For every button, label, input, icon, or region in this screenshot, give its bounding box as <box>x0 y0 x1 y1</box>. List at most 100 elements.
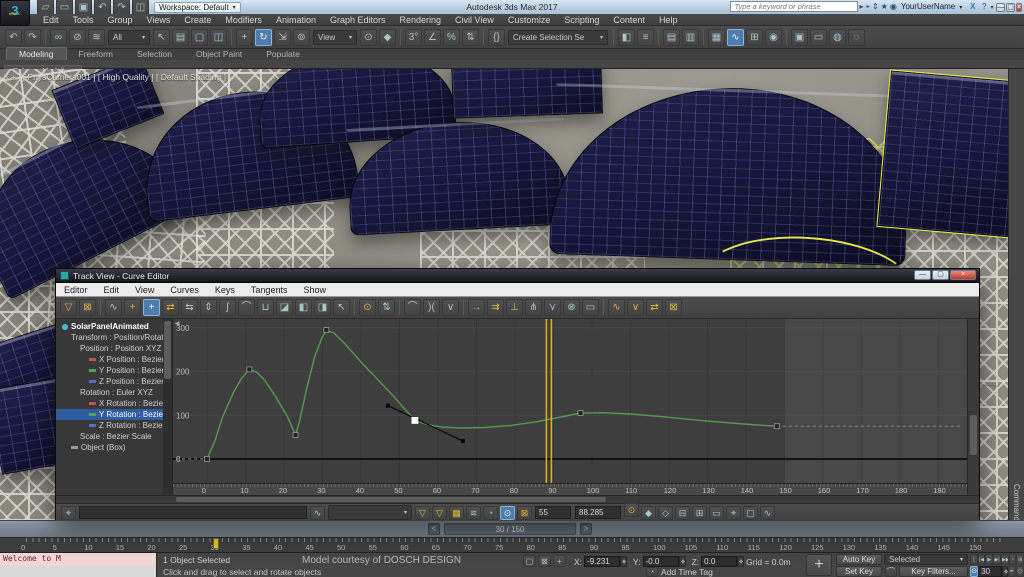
reference-coordinate-dropdown[interactable]: View <box>313 30 357 45</box>
select-and-place-icon[interactable]: ⊚ <box>293 29 310 46</box>
track-item-solarpanelanimated[interactable]: SolarPanelAnimated <box>56 321 172 332</box>
select-object-icon[interactable]: ↖ <box>153 29 170 46</box>
keyframe-point[interactable] <box>578 411 583 416</box>
frame-value-extents-icon[interactable]: ⊞ <box>692 506 707 520</box>
absolute-mode-transform-icon[interactable]: + <box>553 555 566 567</box>
zoom-viewport-icon[interactable]: ⌖ <box>1008 566 1016 577</box>
selection-lock-toggle-icon[interactable]: ⊠ <box>538 555 551 567</box>
x-coord-field[interactable] <box>584 556 620 567</box>
add-keys-icon[interactable]: + <box>124 299 141 316</box>
lock-keys-icon[interactable]: ⊠ <box>517 506 532 520</box>
show-out-of-range-icon[interactable]: ⌒ <box>238 299 255 316</box>
lock-selection-icon[interactable]: ⊠ <box>79 299 96 316</box>
close-button[interactable]: × <box>950 270 976 280</box>
command-panel-strip[interactable]: Command Panel <box>1008 69 1024 552</box>
paste-keys-icon[interactable]: ◨ <box>314 299 331 316</box>
menu-item-animation[interactable]: Animation <box>269 15 323 25</box>
minimize-button[interactable]: — <box>996 3 1005 12</box>
time-slider-track[interactable]: < 30 / 150 > <box>0 520 1024 537</box>
current-frame-marker[interactable] <box>213 538 219 549</box>
select-and-manipulate-icon[interactable]: ◆ <box>379 29 396 46</box>
track-item-object-box[interactable]: Object (Box) <box>56 442 172 453</box>
percent-snap-icon[interactable]: % <box>443 29 460 46</box>
search-go-icon[interactable]: ▸ <box>859 2 863 11</box>
rendered-frame-window-icon[interactable]: ▭ <box>810 29 827 46</box>
tab-modeling[interactable]: Modeling <box>6 47 67 60</box>
pan-viewport-icon[interactable]: ◇ <box>1016 566 1024 577</box>
keyframe-point[interactable] <box>774 424 779 429</box>
menu-item-graph-editors[interactable]: Graph Editors <box>323 15 393 25</box>
next-frame-icon[interactable]: ▶| <box>993 554 1001 565</box>
tab-populate[interactable]: Populate <box>254 48 312 60</box>
zoom-region-icon[interactable]: ▢ <box>743 506 758 520</box>
track-item-position-position-xyz[interactable]: Position : Position XYZ <box>56 343 172 354</box>
show-tangents-icon[interactable]: → <box>468 299 485 316</box>
window-crossing-icon[interactable]: ◫ <box>210 29 227 46</box>
render-setup-icon[interactable]: ▣ <box>791 29 808 46</box>
play-animation-icon[interactable]: ▶ <box>985 554 993 565</box>
unify-tangents-icon[interactable]: ⋎ <box>544 299 561 316</box>
toggle-scene-explorer-icon[interactable]: ▤ <box>663 29 680 46</box>
track-item-scale-bezier-scale[interactable]: Scale : Bezier Scale <box>56 431 172 442</box>
copy-keys-icon[interactable]: ◧ <box>295 299 312 316</box>
go-to-start-icon[interactable]: |◀◀ <box>970 554 978 565</box>
ce-menu-item-curves[interactable]: Curves <box>162 285 207 295</box>
lock-buffer-icon[interactable]: ⊠ <box>665 299 682 316</box>
select-and-move-icon[interactable]: + <box>236 29 253 46</box>
frame-horizontal-extents-icon[interactable]: ⊟ <box>675 506 690 520</box>
y-coord-field[interactable] <box>643 556 679 567</box>
search-icon[interactable]: ⌖ <box>865 2 870 11</box>
redo-icon[interactable]: ↷ <box>24 29 41 46</box>
align-icon[interactable]: ≡ <box>637 29 654 46</box>
isolate-region-icon[interactable]: ▭ <box>709 506 724 520</box>
retime-tool-icon[interactable]: ʃ <box>219 299 236 316</box>
ce-menu-item-keys[interactable]: Keys <box>207 285 243 295</box>
track-item-z-rotation-bezier-fl[interactable]: Z Rotation : Bezier Fl <box>56 420 172 431</box>
curve-horizontal-scrollbar[interactable] <box>56 495 979 503</box>
hide-curves-icon[interactable]: ⊗ <box>563 299 580 316</box>
selection-filter-dropdown[interactable]: All <box>108 30 150 45</box>
function-curve-plot[interactable]: 0100200300 <box>173 319 967 483</box>
download-apps-icon[interactable]: ⇕ <box>872 2 879 11</box>
filter-animated-tracks-icon[interactable]: ▽ <box>432 506 447 520</box>
track-set-dropdown[interactable] <box>328 505 412 520</box>
tab-selection[interactable]: Selection <box>125 48 184 60</box>
key-mode-toggle-icon[interactable]: ⊙ <box>970 566 978 577</box>
tangents-fast-icon[interactable]: ∨ <box>442 299 459 316</box>
schematic-view-icon[interactable]: ⊞ <box>746 29 763 46</box>
tangents-auto-icon[interactable]: ⌒ <box>404 299 421 316</box>
track-item-x-position-bezier-flo[interactable]: X Position : Bezier Flo <box>56 354 172 365</box>
lock-tangents-icon[interactable]: ⊥ <box>506 299 523 316</box>
zoom-icon[interactable]: ⌖ <box>726 506 741 520</box>
menu-item-create[interactable]: Create <box>177 15 218 25</box>
maximize-viewport-toggle-icon[interactable]: ⊞ <box>1016 554 1024 565</box>
set-key-mode-icon[interactable]: + <box>806 554 832 576</box>
ce-menu-item-editor[interactable]: Editor <box>56 285 96 295</box>
menu-item-civil-view[interactable]: Civil View <box>448 15 501 25</box>
orbit-viewport-icon[interactable]: ◔ <box>1009 554 1017 565</box>
move-keys-icon[interactable]: + <box>143 299 160 316</box>
keyframe-point[interactable] <box>412 417 418 423</box>
help-icon[interactable]: ? <box>981 1 994 12</box>
toggle-layer-explorer-icon[interactable]: ▥ <box>682 29 699 46</box>
rectangular-selection-region-icon[interactable]: ▢ <box>191 29 208 46</box>
keyframe-point[interactable] <box>247 367 252 372</box>
key-filters-button[interactable]: Key Filters... <box>899 566 968 577</box>
select-and-link-icon[interactable]: ∞ <box>50 29 67 46</box>
show-buffer-icon[interactable]: ∨ <box>627 299 644 316</box>
pan-icon[interactable]: ◇ <box>658 506 673 520</box>
track-item-transform-position-rotat[interactable]: Transform : Position/Rotat <box>56 332 172 343</box>
menu-item-tools[interactable]: Tools <box>66 15 101 25</box>
track-item-y-position-bezier-flo[interactable]: Y Position : Bezier Flo <box>56 365 172 376</box>
viewport-label[interactable]: [ + ] [ PhysCamera001 ] [ High Quality ]… <box>6 72 226 82</box>
menu-item-rendering[interactable]: Rendering <box>393 15 449 25</box>
track-bar[interactable]: 0510152025303540455055606570758085909510… <box>0 537 1024 552</box>
sync-cursor-icon[interactable]: ⇅ <box>378 299 395 316</box>
maximize-button[interactable]: ▢ <box>1006 3 1015 12</box>
toggle-ribbon-icon[interactable]: ▦ <box>708 29 725 46</box>
next-frame-arrow[interactable]: > <box>580 523 592 535</box>
menu-item-group[interactable]: Group <box>101 15 140 25</box>
tab-freeform[interactable]: Freeform <box>67 48 125 60</box>
key-value-field[interactable] <box>575 506 621 519</box>
cut-keys-icon[interactable]: ◪ <box>276 299 293 316</box>
